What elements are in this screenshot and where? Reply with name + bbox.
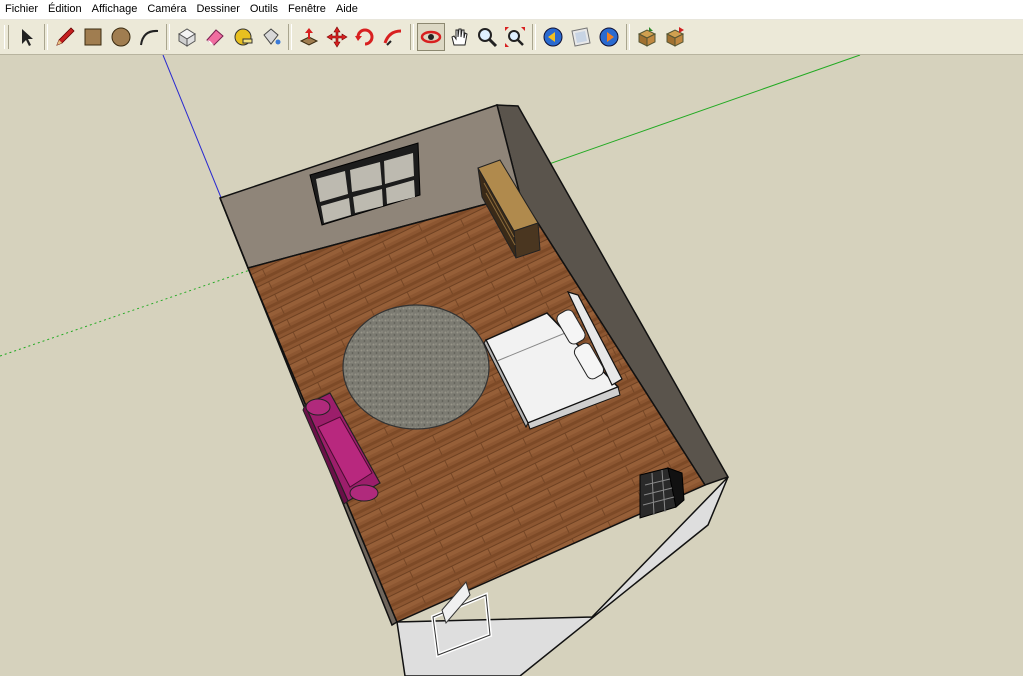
get-models-icon: [637, 27, 657, 47]
tool-paint-bucket-button[interactable]: [257, 23, 285, 51]
tool-make-component-button[interactable]: [173, 23, 201, 51]
tape-measure-icon: [234, 28, 253, 46]
move-icon: [326, 26, 348, 48]
follow-me-icon: [383, 29, 402, 46]
tool-previous-view-button[interactable]: [539, 23, 567, 51]
zoom-extents-icon: [505, 27, 525, 47]
tool-rotate-button[interactable]: [351, 23, 379, 51]
pencil-icon: [56, 27, 75, 46]
toolbar-separator: [410, 24, 414, 50]
tool-arc-button[interactable]: [135, 23, 163, 51]
tool-push-pull-button[interactable]: [295, 23, 323, 51]
toolbar-separator: [532, 24, 536, 50]
tool-zoom-extents-button[interactable]: [501, 23, 529, 51]
toolbar-grip[interactable]: [4, 25, 9, 49]
next-view-icon: [599, 27, 619, 47]
toolbar-separator: [626, 24, 630, 50]
blue-axis-line: [162, 55, 223, 201]
menu-affichage[interactable]: Affichage: [87, 0, 143, 19]
menu-fenetre[interactable]: Fenêtre: [283, 0, 331, 19]
toolbar-separator: [44, 24, 48, 50]
tool-next-view-button[interactable]: [595, 23, 623, 51]
position-camera-icon: [571, 27, 591, 47]
eraser-icon: [206, 29, 224, 46]
tool-orbit-button[interactable]: [417, 23, 445, 51]
tool-rectangle-button[interactable]: [79, 23, 107, 51]
menu-aide[interactable]: Aide: [331, 0, 363, 19]
arc-icon: [140, 29, 159, 46]
tool-tape-measure-button[interactable]: [229, 23, 257, 51]
tool-move-button[interactable]: [323, 23, 351, 51]
round-rug: [342, 304, 490, 430]
tool-pan-button[interactable]: [445, 23, 473, 51]
paint-bucket-icon: [263, 28, 281, 45]
tool-share-model-button[interactable]: [661, 23, 689, 51]
menu-edition[interactable]: Édition: [43, 0, 87, 19]
hand-pan-icon: [451, 28, 468, 46]
tool-line-button[interactable]: [51, 23, 79, 51]
orbit-icon: [420, 30, 442, 44]
menu-dessiner[interactable]: Dessiner: [191, 0, 244, 19]
tool-eraser-button[interactable]: [201, 23, 229, 51]
green-axis-dotted: [0, 269, 251, 357]
tool-get-models-button[interactable]: [633, 23, 661, 51]
rotate-icon: [355, 28, 374, 46]
circle-icon: [111, 27, 131, 47]
tool-select-button[interactable]: [13, 23, 41, 51]
menu-fichier[interactable]: Fichier: [0, 0, 43, 19]
model-viewport[interactable]: [0, 55, 1023, 676]
toolbar-separator: [166, 24, 170, 50]
chair: [639, 467, 685, 519]
share-model-icon: [665, 27, 685, 47]
menu-outils[interactable]: Outils: [245, 0, 283, 19]
tool-zoom-button[interactable]: [473, 23, 501, 51]
menu-camera[interactable]: Caméra: [142, 0, 191, 19]
tool-position-camera-button[interactable]: [567, 23, 595, 51]
tool-follow-me-button[interactable]: [379, 23, 407, 51]
menu-bar: Fichier Édition Affichage Caméra Dessiner Out…: [0, 0, 1023, 20]
toolbar: [0, 20, 1023, 55]
rectangle-icon: [84, 28, 102, 46]
arrow-select-icon: [22, 29, 33, 46]
previous-view-icon: [543, 27, 563, 47]
tool-circle-button[interactable]: [107, 23, 135, 51]
component-icon: [178, 28, 196, 47]
zoom-icon: [478, 28, 498, 48]
toolbar-separator: [288, 24, 292, 50]
scene-canvas[interactable]: [0, 55, 1023, 676]
push-pull-icon: [299, 28, 319, 46]
